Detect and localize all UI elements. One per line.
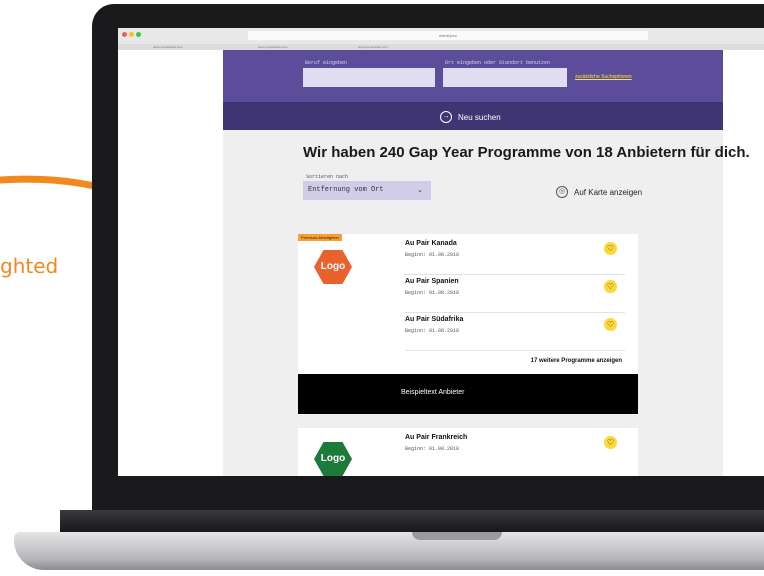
program-title: Au Pair Spanien xyxy=(405,278,459,285)
program-item[interactable]: Au Pair Kanada Beginn: 01.08.2018 ♡ xyxy=(405,236,625,275)
program-item[interactable]: Au Pair Frankreich Beginn: 01.08.2018 ♡ xyxy=(405,430,625,468)
program-date: Beginn: 01.08.2018 xyxy=(405,252,460,258)
maximize-window-icon[interactable] xyxy=(136,32,141,37)
address-bar[interactable]: meldejunc xyxy=(248,31,648,40)
beruf-label: Beruf eingeben xyxy=(305,60,348,66)
web-page: Beruf eingeben Ort eingeben oder Standor… xyxy=(223,50,750,476)
results-headline: Wir haben 240 Gap Year Programme von 18 … xyxy=(303,144,750,161)
favorite-heart-icon[interactable]: ♡ xyxy=(604,318,617,331)
provider-card: Premium-Arbeitgeber Logo Au Pair Kanada … xyxy=(298,234,638,414)
provider-logo: Logo xyxy=(314,250,352,284)
premium-badge: Premium-Arbeitgeber xyxy=(298,234,343,241)
tab-1[interactable]: www.yourwebsite.com xyxy=(153,45,183,49)
provider-footer[interactable]: Beispieltext Anbieter xyxy=(298,374,638,414)
tab-3[interactable]: www.yourwebsite.com xyxy=(358,45,388,49)
provider-footer-text: Beispieltext Anbieter xyxy=(401,389,465,396)
beruf-input[interactable] xyxy=(303,68,435,87)
favorite-heart-icon[interactable]: ♡ xyxy=(604,280,617,293)
map-link-label: Auf Karte anzeigen xyxy=(574,187,643,197)
new-search-button[interactable]: → Neu suchen xyxy=(440,111,501,123)
favorite-heart-icon[interactable]: ♡ xyxy=(604,436,617,449)
sort-label: Sortieren nach xyxy=(306,174,349,180)
more-programs-link[interactable]: 17 weitere Programme anzeigen xyxy=(531,358,622,364)
more-options-link[interactable]: zusätzliche Suchoptionen xyxy=(575,74,632,80)
sort-select[interactable]: Entfernung vom Ort ⌄ xyxy=(303,181,431,200)
program-title: Au Pair Frankreich xyxy=(405,434,468,441)
program-date: Beginn: 01.08.2018 xyxy=(405,446,460,452)
ort-label: Ort eingeben oder Standort benutzen xyxy=(445,60,551,66)
chevron-down-icon: ⌄ xyxy=(417,187,423,195)
ort-input[interactable] xyxy=(443,68,567,87)
tab-2[interactable]: www.yourwebsite.com xyxy=(258,45,288,49)
program-item[interactable]: Au Pair Südafrika Beginn: 01.08.2018 ♡ xyxy=(405,312,625,351)
program-item[interactable]: Au Pair Spanien Beginn: 01.08.2018 ♡ xyxy=(405,274,625,313)
new-search-label: Neu suchen xyxy=(458,112,501,122)
close-window-icon[interactable] xyxy=(122,32,127,37)
program-date: Beginn: 01.08.2018 xyxy=(405,328,460,334)
location-icon: ◎ xyxy=(556,186,568,198)
browser-toolbar: meldejunc xyxy=(118,28,764,45)
laptop-screen: meldejunc www.yourwebsite.com www.yourwe… xyxy=(118,28,764,476)
provider-logo: Logo xyxy=(314,442,352,476)
laptop-base xyxy=(14,532,764,570)
sort-value: Entfernung vom Ort xyxy=(308,186,384,194)
map-link[interactable]: ◎ Auf Karte anzeigen xyxy=(556,186,642,198)
program-title: Au Pair Südafrika xyxy=(405,316,464,323)
arrow-right-icon: → xyxy=(440,111,452,123)
program-date: Beginn: 01.08.2018 xyxy=(405,290,460,296)
program-title: Au Pair Kanada xyxy=(405,240,457,247)
laptop-notch xyxy=(412,532,502,540)
provider-card: Logo Au Pair Frankreich Beginn: 01.08.20… xyxy=(298,428,638,476)
favorite-heart-icon[interactable]: ♡ xyxy=(604,242,617,255)
minimize-window-icon[interactable] xyxy=(129,32,134,37)
